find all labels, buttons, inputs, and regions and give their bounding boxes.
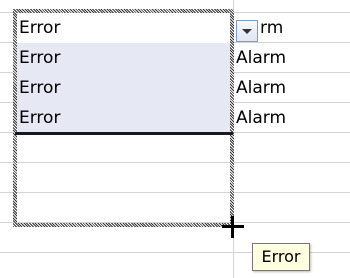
cell-dropdown-button[interactable] bbox=[236, 20, 258, 42]
fill-value-tooltip: Error bbox=[252, 243, 310, 271]
chevron-down-icon bbox=[242, 29, 252, 34]
fill-selection-marquee bbox=[13, 9, 234, 227]
crosshair-vertical bbox=[231, 216, 234, 238]
cell-b4[interactable]: Alarm bbox=[234, 103, 334, 133]
cell-b3[interactable]: Alarm bbox=[234, 73, 334, 103]
fill-handle-crosshair-icon[interactable] bbox=[222, 216, 244, 238]
spreadsheet-grid[interactable]: Error Error Error Error rm Alarm Alarm A… bbox=[0, 0, 350, 278]
fill-range-boundary bbox=[15, 132, 233, 135]
cell-b2[interactable]: Alarm bbox=[234, 43, 334, 73]
